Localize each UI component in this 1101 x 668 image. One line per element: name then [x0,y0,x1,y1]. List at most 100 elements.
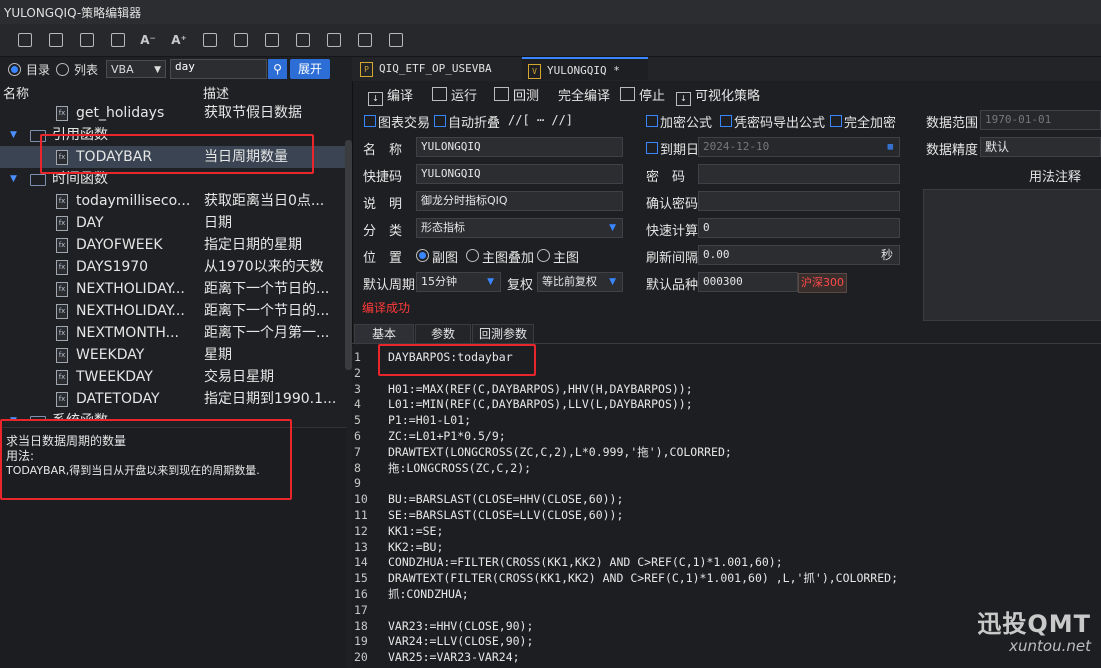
import-icon[interactable] [203,33,217,47]
list-icon[interactable] [327,33,341,47]
desc-input[interactable]: 御龙分时指标QIQ [416,191,623,211]
tab-qiq-etf[interactable]: P QIQ_ETF_OP_USEVBA [354,57,520,80]
export-icon[interactable] [234,33,248,47]
category-select[interactable]: 形态指标 ▼ [416,218,623,238]
tab-params[interactable]: 参数 [415,324,471,343]
export-with-pwd-checkbox[interactable] [720,115,732,127]
chart-trade-checkbox[interactable] [364,115,376,127]
name-input[interactable]: YULONGQIQ [416,137,623,157]
code-line[interactable]: 7 DRAWTEXT(LONGCROSS(ZC,C,2),L*0.999,'拖')… [352,445,1101,461]
function-search-input[interactable]: day [170,59,267,79]
full-encrypt-checkbox[interactable] [830,115,842,127]
font-increase-icon[interactable]: A⁺ [171,32,187,48]
data-range-label: 数据范围 [926,116,979,131]
save-as-icon[interactable] [49,33,63,47]
window-title: YULONGQIQ-策略编辑器 [4,6,142,20]
code-line[interactable]: 13 KK2:=BU; [352,540,1101,556]
code-text: VAR25:=VAR23-VAR24; [388,650,520,665]
confirm-pwd-input[interactable] [698,191,900,211]
code-text: KK1:=SE; [388,523,444,538]
code-line[interactable]: 8 拖:LONGCROSS(ZC,C,2); [352,461,1101,477]
save-icon[interactable] [18,33,32,47]
tab-yulongqiq[interactable]: V YULONGQIQ * [522,57,648,80]
code-line[interactable]: 12 KK1:=SE; [352,524,1101,540]
tree-item[interactable]: fx NEXTHOLIDAY... 距离下一个节日的... [0,278,346,300]
encrypt-formula-label: 加密公式 [660,116,713,131]
search-icon[interactable]: ⚲ [268,59,287,79]
mode-list-label: 列表 [74,63,99,77]
auto-fold-checkbox[interactable] [434,115,446,127]
expand-caret-icon[interactable]: ▼ [10,124,17,146]
adjust-select[interactable]: 等比前复权 ▼ [537,272,623,292]
compile-button[interactable]: ↓ 编译 [368,85,413,106]
code-line[interactable]: 6 ZC:=L01+P1*0.5/9; [352,429,1101,445]
tree-scrollbar[interactable] [345,140,352,370]
copy-icon[interactable] [111,33,125,47]
function-icon: fx [56,282,68,297]
code-line[interactable]: 4 L01:=MIN(REF(C,DAYBARPOS),LLV(L,DAYBARP… [352,397,1101,413]
tree-item[interactable]: fx get_holidays 获取节假日数据 [0,102,346,124]
code-line[interactable]: 11 SE:=BARSLAST(CLOSE=LLV(CLOSE,60)); [352,508,1101,524]
line-number: 19 [354,634,368,649]
tab-backtest-params[interactable]: 回測参数 [472,324,534,343]
comment-toggle[interactable]: //[ ⋯ //] [508,113,573,127]
period-select[interactable]: 15分钟 ▼ [416,272,501,292]
edit-icon[interactable] [296,33,310,47]
chevron-down-icon: ▼ [154,65,161,75]
tree-item[interactable]: fx WEEKDAY 星期 [0,344,346,366]
function-icon: fx [56,370,68,385]
data-range-input[interactable]: 1970-01-01 [980,110,1101,130]
visual-strategy-button[interactable]: ↓ 可视化策略 [676,85,760,106]
usage-notes-area[interactable] [923,189,1101,321]
code-text: 拖:LONGCROSS(ZC,C,2); [388,460,532,475]
tree-item[interactable]: fx DAY 日期 [0,212,346,234]
symbol-input[interactable]: 000300 [698,272,798,292]
save-all-icon[interactable] [80,33,94,47]
code-line[interactable]: 14 CONDZHUA:=FILTER(CROSS(KK1,KK2) AND C>… [352,555,1101,571]
tree-item[interactable]: fx TWEEKDAY 交易日星期 [0,366,346,388]
password-input[interactable] [698,164,900,184]
highlight-box-help [0,419,292,500]
code-line[interactable]: 5 P1:=H01-L01; [352,413,1101,429]
tree-item[interactable]: fx NEXTMONTH... 距离下一个月第一... [0,322,346,344]
code-line[interactable]: 9 [352,476,1101,492]
code-line[interactable]: 10 BU:=BARSLAST(CLOSE=HHV(CLOSE,60)); [352,492,1101,508]
shortcut-input[interactable]: YULONGQIQ [416,164,623,184]
quick-calc-input[interactable]: 0 [698,218,900,238]
stop-button[interactable]: 停止 [620,85,665,104]
tree-item[interactable]: fx DATETODAY 指定日期到1990.1... [0,388,346,410]
mode-dir-radio[interactable] [8,63,21,76]
tree-item[interactable]: fx NEXTHOLIDAY... 距离下一个节日的... [0,300,346,322]
encrypt-formula-checkbox[interactable] [646,115,658,127]
code-line[interactable]: 15 DRAWTEXT(FILTER(CROSS(KK1,KK2) AND C>R… [352,571,1101,587]
expand-caret-icon[interactable]: ▼ [10,168,17,190]
font-decrease-icon[interactable]: A⁻ [140,32,156,48]
expand-button[interactable]: 展开 [290,59,330,79]
code-text: DRAWTEXT(LONGCROSS(ZC,C,2),L*0.999,'拖'),… [388,444,732,459]
refresh-input[interactable]: 0.00 秒 [698,245,900,265]
run-button[interactable]: 运行 [432,85,477,104]
refresh-unit: 秒 [880,248,893,262]
pos-main-radio[interactable] [537,249,550,262]
tools-icon[interactable] [389,33,403,47]
full-compile-button[interactable]: 完全编译 [558,85,610,104]
settings-icon[interactable] [358,33,372,47]
mode-list-radio[interactable] [56,63,69,76]
expire-date-input[interactable]: 2024-12-10 ▦ [698,137,900,157]
code-line[interactable]: 3 H01:=MAX(REF(C,DAYBARPOS),HHV(H,DAYBARP… [352,382,1101,398]
line-number: 15 [354,571,368,586]
tree-item[interactable]: fx DAYS1970 从1970以来的天数 [0,256,346,278]
tree-item[interactable]: fx DAYOFWEEK 指定日期的星期 [0,234,346,256]
language-select[interactable]: VBA ▼ [106,60,166,78]
tree-item[interactable]: fx todaymilliseco... 获取距离当日0点... [0,190,346,212]
pos-overlay-radio[interactable] [466,249,479,262]
code-line[interactable]: 16 抓:CONDZHUA; [352,587,1101,603]
find-icon[interactable] [265,33,279,47]
line-number: 6 [354,429,361,443]
expire-checkbox[interactable] [646,142,658,154]
tab-basic[interactable]: 基本 [354,324,414,343]
function-desc: 交易日星期 [204,369,274,385]
pos-sub-radio[interactable] [416,249,429,262]
precision-select[interactable]: 默认 [980,137,1101,157]
backtest-button[interactable]: 回测 [494,85,539,104]
